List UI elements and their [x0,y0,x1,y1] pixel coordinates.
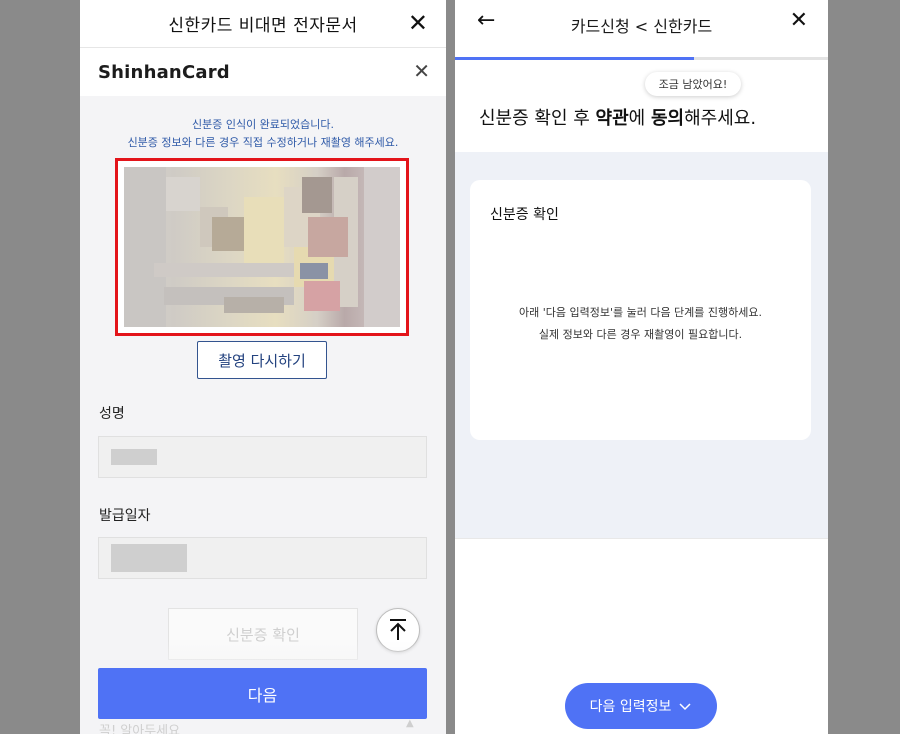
masked-value [111,449,157,465]
right-screen: ← 카드신청 < 신한카드 ✕ 조금 남았어요! 신분증 확인 후 약관에 동의… [455,0,828,734]
left-content: 신분증 인식이 완료되었습니다. 신분증 정보와 다른 경우 직접 수정하거나 … [80,96,446,734]
step-heading: 신분증 확인 후 약관에 동의해주세요. [479,104,756,130]
notice-line-2: 신분증 정보와 다른 경우 직접 수정하거나 재촬영 해주세요. [127,136,399,149]
next-info-button[interactable]: 다음 입력정보 [565,683,717,729]
id-card-highlight [115,158,409,336]
chevron-down-icon [679,703,691,711]
id-check-card: 신분증 확인 아래 '다음 입력정보'를 눌러 다음 단계를 진행하세요. 실제… [470,180,811,440]
next-info-label: 다음 입력정보 [589,699,672,715]
name-label: 성명 [99,406,125,422]
issue-date-field[interactable] [98,537,427,579]
left-top-bar: 신한카드 비대면 전자문서 ✕ [80,0,446,48]
name-field[interactable] [98,436,427,478]
id-card-image [124,167,400,327]
chevron-up-icon: ▲ [406,718,414,729]
card-message: 아래 '다음 입력정보'를 눌러 다음 단계를 진행하세요. 실제 정보와 다른… [470,302,811,346]
brand-header: ShinhanCard ✕ [80,48,446,96]
issue-date-label: 발급일자 [99,508,151,524]
progress-bar [455,57,828,60]
card-title: 신분증 확인 [490,207,559,223]
heading-emphasis-agree: 동의 [650,108,685,129]
shinhan-card-logo: ShinhanCard [98,61,230,83]
card-message-line-2: 실제 정보와 다른 경우 재촬영이 필요합니다. [538,328,743,341]
close-icon[interactable]: ✕ [408,10,428,36]
heading-text: 해주세요. [684,108,757,129]
progress-tooltip: 조금 남았어요! [645,72,741,96]
heading-emphasis-terms: 약관 [595,108,629,129]
content-panel: 신분증 확인 아래 '다음 입력정보'를 눌러 다음 단계를 진행하세요. 실제… [455,152,828,538]
left-screen: 신한카드 비대면 전자문서 ✕ ShinhanCard ✕ 신분증 인식이 완료… [80,0,446,734]
arrow-left-icon[interactable]: ← [477,8,495,33]
close-icon[interactable]: ✕ [413,60,430,82]
retake-button[interactable]: 촬영 다시하기 [197,341,327,379]
notice-accordion-label[interactable]: 꼭! 알아두세요 [99,720,180,734]
heading-text: 에 [628,108,651,129]
right-page-title: 카드신청 < 신한카드 [570,17,713,36]
left-page-title: 신한카드 비대면 전자문서 [168,16,358,36]
right-top-bar: ← 카드신청 < 신한카드 ✕ [455,0,828,50]
notice-line-1: 신분증 인식이 완료되었습니다. [191,118,335,131]
arrow-up-icon [390,619,406,640]
progress-fill [455,57,694,60]
close-icon[interactable]: ✕ [790,8,808,33]
recognition-notice: 신분증 인식이 완료되었습니다. 신분증 정보와 다른 경우 직접 수정하거나 … [80,96,446,152]
masked-value [111,544,187,572]
card-message-line-1: 아래 '다음 입력정보'를 눌러 다음 단계를 진행하세요. [518,306,763,319]
heading-text: 신분증 확인 후 [479,108,596,129]
next-button[interactable]: 다음 [98,668,427,719]
